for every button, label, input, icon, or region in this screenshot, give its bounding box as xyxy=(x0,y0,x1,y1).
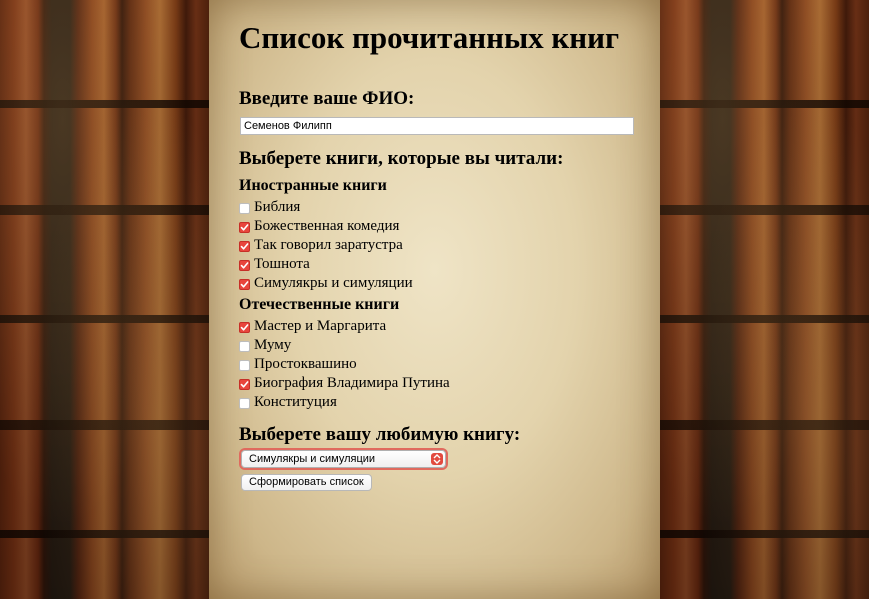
favorite-book-selected-value: Симулякры и симуляции xyxy=(249,453,376,465)
checkbox-label: Тошнота xyxy=(254,256,310,272)
checkbox[interactable] xyxy=(239,203,250,214)
checkbox-label: Простоквашино xyxy=(254,356,357,372)
favorite-book-label: Выберете вашу любимую книгу: xyxy=(239,424,521,445)
checkbox-label: Так говорил заратустра xyxy=(254,237,403,253)
book-checkbox-simulacra[interactable]: Симулякры и симуляции xyxy=(239,274,413,293)
checkbox[interactable] xyxy=(239,360,250,371)
book-checkbox-master-margarita[interactable]: Мастер и Маргарита xyxy=(239,317,386,336)
checkbox[interactable] xyxy=(239,379,250,390)
checkbox-label: Конституция xyxy=(254,394,337,410)
book-checkbox-constitution[interactable]: Конституция xyxy=(239,393,337,412)
checkbox[interactable] xyxy=(239,260,250,271)
book-checkbox-bible[interactable]: Библия xyxy=(239,198,300,217)
checkbox[interactable] xyxy=(239,322,250,333)
book-checkbox-mumu[interactable]: Муму xyxy=(239,336,291,355)
checkmark-icon xyxy=(240,224,249,231)
checkbox-label: Муму xyxy=(254,337,292,353)
book-checkbox-divine-comedy[interactable]: Божественная комедия xyxy=(239,217,399,236)
checkbox-label: Симулякры и симуляции xyxy=(254,275,413,291)
checkbox[interactable] xyxy=(239,222,250,233)
checkbox[interactable] xyxy=(239,398,250,409)
bookshelf-background-right xyxy=(660,0,869,599)
book-checkbox-prostokvashino[interactable]: Простоквашино xyxy=(239,355,357,374)
name-input[interactable] xyxy=(240,117,634,135)
checkmark-icon xyxy=(240,243,249,250)
checkmark-icon xyxy=(240,381,249,388)
checkbox[interactable] xyxy=(239,241,250,252)
name-label: Введите ваше ФИО: xyxy=(239,88,415,109)
generate-list-button[interactable]: Сформировать список xyxy=(241,474,372,491)
foreign-books-label: Иностранные книги xyxy=(239,177,387,194)
bookshelf-background-left xyxy=(0,0,209,599)
checkmark-icon xyxy=(240,262,249,269)
book-checkbox-zarathustra[interactable]: Так говорил заратустра xyxy=(239,236,403,255)
checkbox-label: Мастер и Маргарита xyxy=(254,318,387,334)
checkbox-label: Биография Владимира Путина xyxy=(254,375,450,391)
checkmark-icon xyxy=(240,324,249,331)
checkbox[interactable] xyxy=(239,341,250,352)
page-title: Список прочитанных книг xyxy=(239,20,620,55)
checkbox-label: Библия xyxy=(254,199,301,215)
book-checkbox-putin-biography[interactable]: Биография Владимира Путина xyxy=(239,374,450,393)
domestic-books-label: Отечественные книги xyxy=(239,296,400,313)
favorite-book-select[interactable]: Симулякры и симуляции xyxy=(241,450,446,468)
books-label: Выберете книги, которые вы читали: xyxy=(239,148,564,169)
checkbox-label: Божественная комедия xyxy=(254,218,400,234)
checkbox[interactable] xyxy=(239,279,250,290)
chevron-up-down-icon xyxy=(431,453,443,465)
book-checkbox-nausea[interactable]: Тошнота xyxy=(239,255,310,274)
checkmark-icon xyxy=(240,281,249,288)
